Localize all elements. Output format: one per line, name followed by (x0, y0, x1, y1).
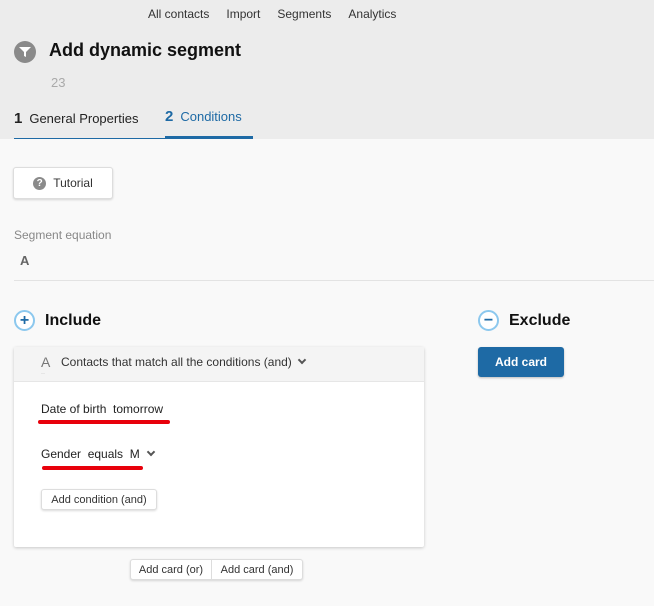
annotation-underline (42, 466, 143, 470)
match-mode-dropdown[interactable]: Contacts that match all the conditions (… (61, 355, 307, 369)
condition-card: A ·· Contacts that match all the conditi… (14, 347, 424, 547)
include-header: + Include (14, 310, 101, 331)
tab-general-properties[interactable]: 1 General Properties (14, 108, 165, 139)
add-condition-button[interactable]: Add condition (and) (41, 489, 157, 510)
chevron-down-icon (297, 355, 307, 365)
exclude-header: − Exclude (478, 310, 570, 331)
drag-handle-icon[interactable]: ·· (41, 371, 45, 377)
divider (14, 280, 654, 281)
tab-label: General Properties (29, 111, 139, 126)
include-label: Include (45, 311, 102, 329)
minus-icon[interactable]: − (478, 310, 499, 331)
card-letter: A (41, 354, 51, 370)
condition-text: Gender equals M (41, 447, 140, 461)
chevron-down-icon[interactable] (146, 447, 155, 457)
nav-import[interactable]: Import (226, 7, 260, 21)
nav-all-contacts[interactable]: All contacts (148, 7, 209, 21)
condition-text: Date of birth tomorrow (41, 402, 164, 416)
condition-item[interactable]: Gender equals M (41, 447, 155, 461)
segment-count: 23 (51, 75, 66, 90)
add-card-button-group: Add card (or) Add card (and) (130, 559, 303, 580)
step-tabs: 1 General Properties 2 Conditions (14, 108, 253, 139)
plus-icon[interactable]: + (14, 310, 35, 331)
nav-analytics[interactable]: Analytics (348, 7, 396, 21)
condition-item[interactable]: Date of birth tomorrow (41, 402, 163, 416)
tab-number: 2 (165, 108, 174, 125)
add-card-or-button[interactable]: Add card (or) (131, 560, 212, 579)
match-mode-label: Contacts that match all the conditions (… (61, 355, 292, 369)
annotation-underline (38, 420, 170, 424)
segment-equation-label: Segment equation (14, 228, 112, 242)
card-header: A ·· Contacts that match all the conditi… (14, 347, 424, 382)
tab-conditions[interactable]: 2 Conditions (165, 108, 253, 139)
question-icon: ? (33, 176, 47, 190)
tab-number: 1 (14, 110, 23, 127)
page-header: All contacts Import Segments Analytics A… (0, 0, 654, 139)
segment-equation-value: A (20, 253, 30, 268)
nav-segments[interactable]: Segments (277, 7, 331, 21)
tab-label: Conditions (180, 109, 242, 124)
tutorial-button[interactable]: ? Tutorial (13, 167, 113, 199)
page-title: Add dynamic segment (49, 40, 242, 60)
add-card-and-button[interactable]: Add card (and) (212, 560, 302, 579)
tutorial-label: Tutorial (53, 176, 93, 190)
exclude-label: Exclude (509, 311, 571, 329)
exclude-add-card-button[interactable]: Add card (478, 347, 564, 377)
top-nav: All contacts Import Segments Analytics (148, 7, 413, 21)
funnel-icon (14, 41, 36, 63)
